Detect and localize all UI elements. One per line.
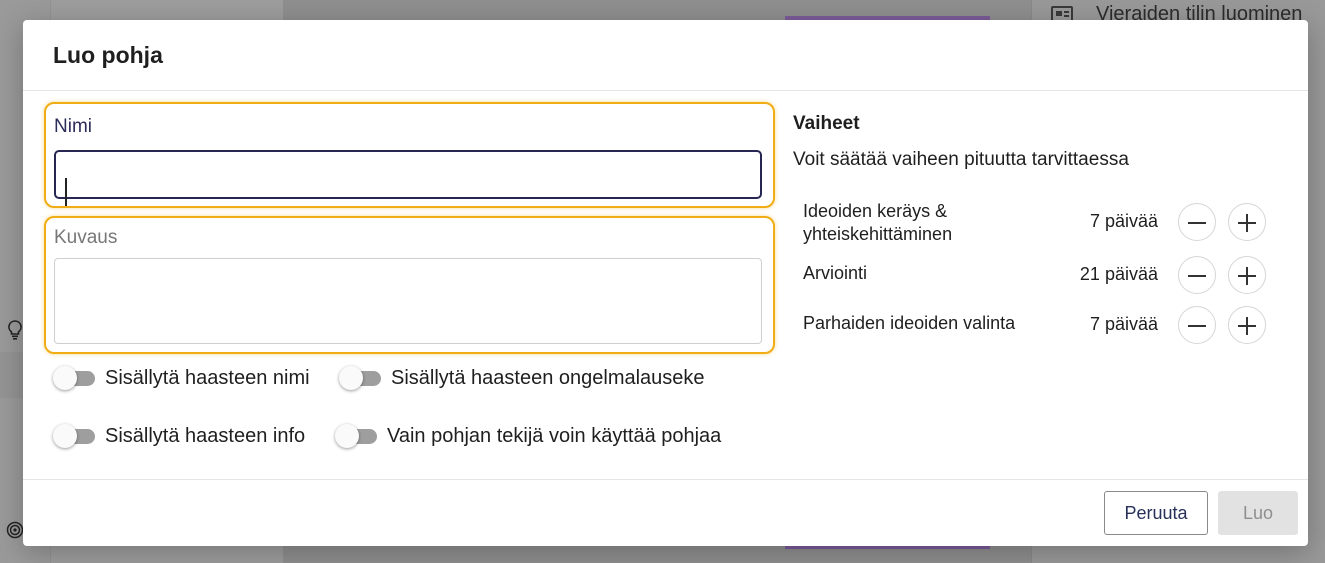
toggle-label: Sisällytä haasteen info bbox=[105, 424, 306, 447]
phase-row: Parhaiden ideoiden valinta 7 päivää bbox=[803, 306, 1273, 350]
toggle-label: Sisällytä haasteen nimi bbox=[105, 366, 310, 389]
decrease-duration-button[interactable] bbox=[1178, 306, 1216, 344]
dialog-title: Luo pohja bbox=[53, 42, 163, 68]
toggle-label: Sisällytä haasteen ongelmalauseke bbox=[391, 366, 705, 389]
phase-duration: 7 päivää bbox=[1089, 314, 1158, 334]
name-field-group: Nimi bbox=[44, 102, 775, 208]
toggle-switch[interactable] bbox=[53, 366, 95, 390]
toggle-switch[interactable] bbox=[339, 366, 381, 390]
phase-name: Ideoiden keräys & yhteiskehittäminen bbox=[803, 201, 953, 244]
description-label: Kuvaus bbox=[54, 227, 118, 248]
description-field-group: Kuvaus bbox=[44, 216, 775, 354]
create-button[interactable]: Luo bbox=[1218, 491, 1298, 535]
create-template-dialog: Luo pohja Nimi Kuvaus Sisällytä haasteen… bbox=[23, 20, 1308, 546]
phase-duration: 21 päivää bbox=[1079, 264, 1158, 284]
toggle-switch[interactable] bbox=[53, 424, 95, 448]
cancel-button[interactable]: Peruuta bbox=[1104, 491, 1208, 535]
decrease-duration-button[interactable] bbox=[1178, 256, 1216, 294]
footer-divider bbox=[23, 479, 1308, 480]
phases-title: Vaiheet bbox=[793, 113, 860, 134]
name-input[interactable] bbox=[54, 150, 762, 199]
increase-duration-button[interactable] bbox=[1228, 306, 1266, 344]
text-cursor bbox=[65, 178, 67, 206]
toggle-only-creator-can-use[interactable]: Vain pohjan tekijä voin käyttää pohjaa bbox=[335, 424, 721, 448]
toggle-include-problem-statement[interactable]: Sisällytä haasteen ongelmalauseke bbox=[339, 366, 705, 390]
toggle-include-challenge-name[interactable]: Sisällytä haasteen nimi bbox=[53, 366, 310, 390]
toggle-include-challenge-info[interactable]: Sisällytä haasteen info bbox=[53, 424, 305, 448]
dialog-header: Luo pohja bbox=[23, 20, 1308, 91]
increase-duration-button[interactable] bbox=[1228, 256, 1266, 294]
lightbulb-icon bbox=[8, 320, 22, 345]
target-icon bbox=[6, 521, 24, 544]
phase-row: Arviointi 21 päivää bbox=[803, 256, 1273, 300]
toggle-label: Vain pohjan tekijä voin käyttää pohjaa bbox=[387, 424, 722, 447]
phase-row: Ideoiden keräys & yhteiskehittäminen 7 p… bbox=[803, 200, 1273, 244]
decrease-duration-button[interactable] bbox=[1178, 203, 1216, 241]
toggle-switch[interactable] bbox=[335, 424, 377, 448]
phases-subtitle: Voit säätää vaiheen pituutta tarvittaess… bbox=[793, 149, 1129, 170]
description-input[interactable] bbox=[54, 258, 762, 344]
phase-name: Arviointi bbox=[803, 263, 868, 283]
phase-duration: 7 päivää bbox=[1089, 211, 1158, 231]
name-label: Nimi bbox=[54, 116, 92, 137]
phase-name: Parhaiden ideoiden valinta bbox=[803, 313, 1016, 333]
increase-duration-button[interactable] bbox=[1228, 203, 1266, 241]
